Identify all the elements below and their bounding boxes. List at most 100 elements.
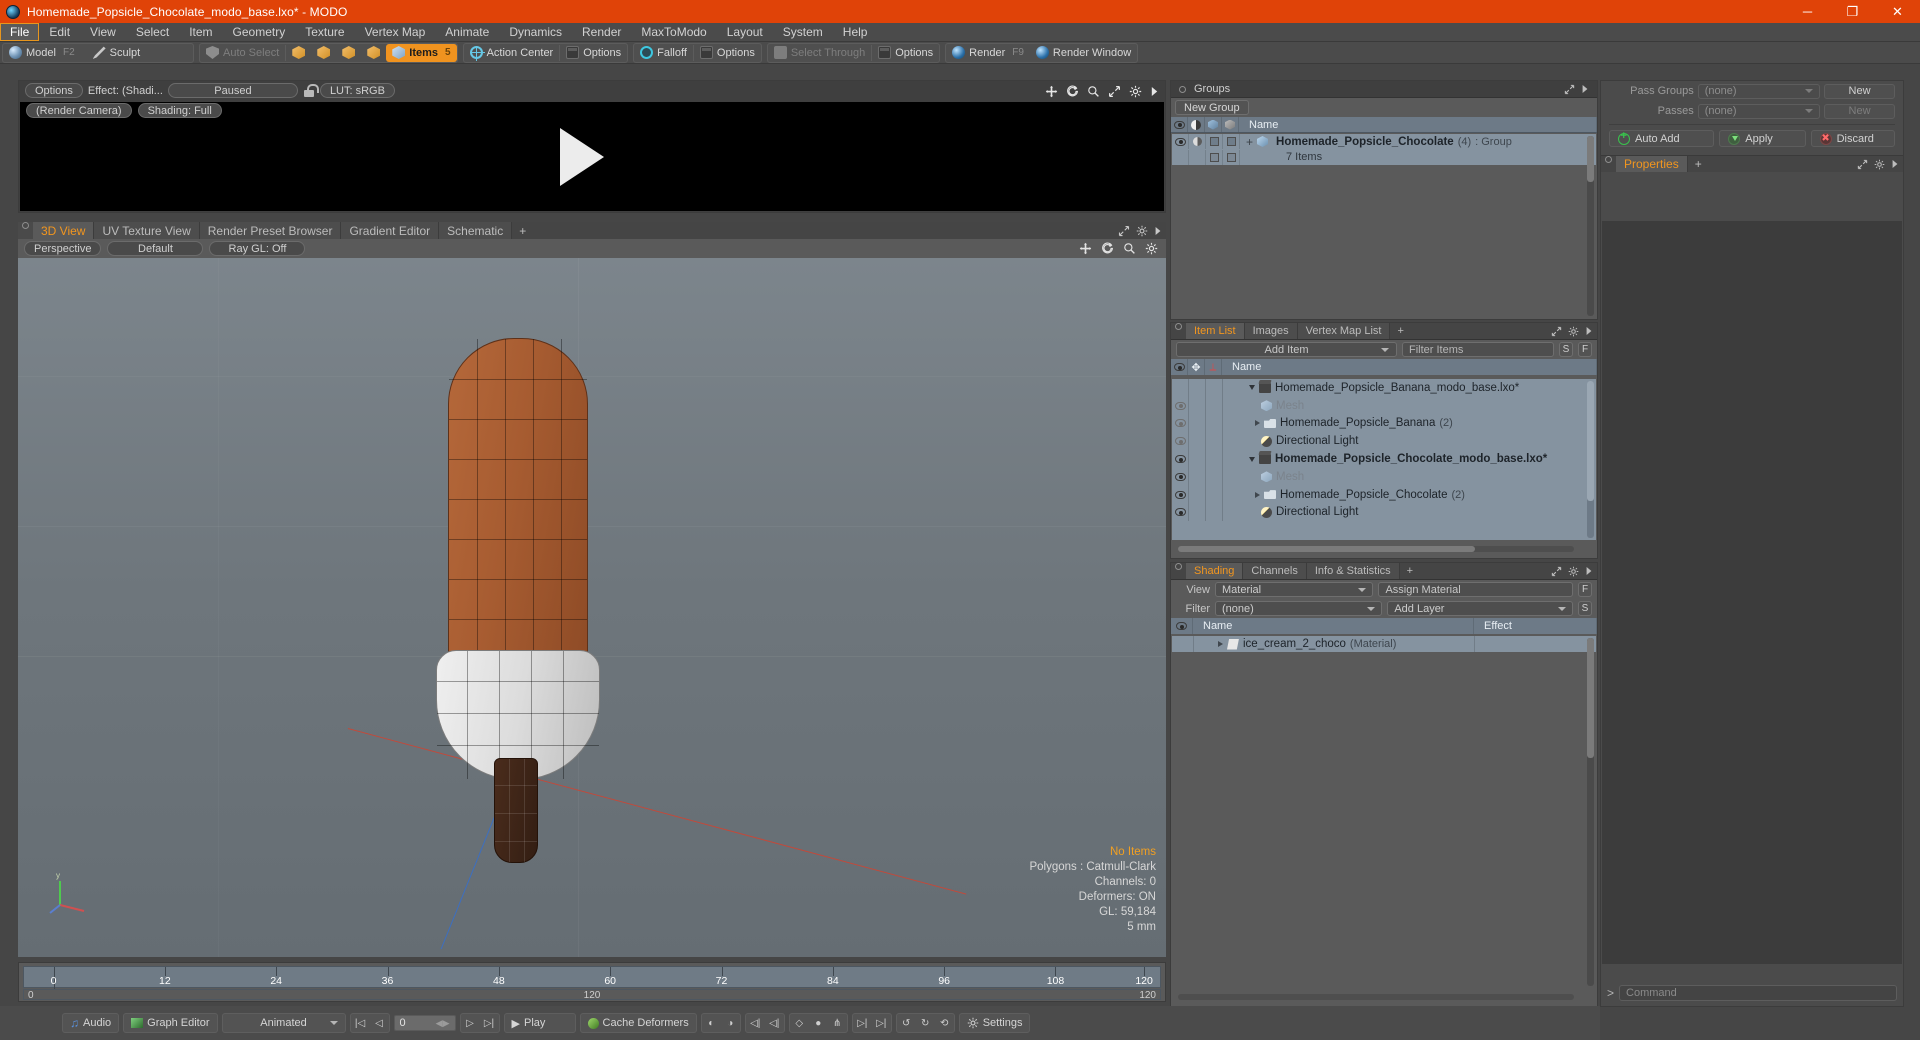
row-transform-cell[interactable]	[1206, 379, 1223, 397]
tab-add-button[interactable]: +	[512, 222, 534, 239]
shading-row-effect[interactable]	[1475, 636, 1596, 652]
passes-dropdown[interactable]: (none)	[1697, 103, 1821, 119]
shading-table-body[interactable]: ice_cream_2_choco (Material)	[1172, 636, 1596, 988]
shading-f-button[interactable]: F	[1578, 582, 1593, 597]
render-shading-button[interactable]: Shading: Full	[137, 103, 222, 118]
tab-render-preset-browser[interactable]: Render Preset Browser	[199, 222, 342, 239]
shading-hscroll[interactable]	[1172, 989, 1596, 1005]
zoom-icon[interactable]	[1123, 242, 1136, 255]
key-channels-button[interactable]: ⋔	[828, 1013, 847, 1033]
row-visibility-cell[interactable]	[1172, 450, 1189, 468]
menu-item-dynamics[interactable]: Dynamics	[499, 23, 572, 41]
create-key-button[interactable]: ◇	[790, 1013, 809, 1033]
col-visibility[interactable]	[1171, 618, 1193, 634]
menu-item-layout[interactable]: Layout	[717, 23, 773, 41]
command-input[interactable]: Command	[1619, 985, 1897, 1001]
prev-key-button[interactable]: ◐	[702, 1013, 721, 1033]
row-transform-cell[interactable]	[1206, 396, 1223, 415]
row-transform-cell[interactable]	[1206, 485, 1223, 504]
graph-editor-button[interactable]: Graph Editor	[123, 1013, 218, 1033]
play-button[interactable]: ▶ Play	[503, 1013, 576, 1033]
expand-toggle-icon[interactable]	[1255, 420, 1260, 427]
shading-scrollbar-thumb[interactable]	[1587, 638, 1594, 758]
col-lock[interactable]: ✥	[1188, 359, 1205, 375]
cycle-next-button[interactable]: ↻	[916, 1013, 935, 1033]
panel-dot-icon[interactable]	[1605, 156, 1612, 163]
item-list-scrollbar[interactable]	[1587, 381, 1594, 538]
expand-toggle-icon[interactable]	[1255, 491, 1260, 498]
panel-menu-icon[interactable]	[1581, 84, 1589, 94]
tab-uv-texture-view[interactable]: UV Texture View	[94, 222, 200, 239]
expand-toggle-icon[interactable]: +	[1246, 136, 1253, 148]
row-visibility-cell[interactable]	[1172, 134, 1189, 149]
view-dropdown[interactable]: Material	[1215, 582, 1374, 597]
tab-info-statistics[interactable]: Info & Statistics	[1306, 563, 1400, 579]
row-visibility-cell[interactable]	[1172, 467, 1189, 486]
minimize-button[interactable]: ─	[1785, 0, 1830, 23]
current-frame-input[interactable]: 0 ◀▶	[393, 1015, 456, 1031]
shading-scrollbar[interactable]	[1587, 638, 1594, 986]
viewport-3d-canvas[interactable]: y No Items Polygons : Catmull-Clark Chan…	[18, 258, 1166, 957]
rotate-icon[interactable]	[1101, 242, 1114, 255]
tab-item-list[interactable]: Item List	[1186, 323, 1245, 339]
range-in-button[interactable]: ▷|	[853, 1013, 872, 1033]
delete-key-button[interactable]: ●	[809, 1013, 828, 1033]
new-group-button[interactable]: New Group	[1175, 100, 1249, 115]
items-mode-button[interactable]: Items 5	[386, 43, 457, 62]
maximize-panel-icon[interactable]	[1857, 159, 1868, 170]
select-through-options-button[interactable]: Options	[872, 44, 939, 62]
row-shading-cell[interactable]	[1189, 134, 1206, 149]
panel-dot-icon[interactable]	[1175, 323, 1182, 330]
gear-icon[interactable]	[1136, 225, 1148, 237]
tab-channels[interactable]: Channels	[1243, 563, 1307, 579]
maximize-panel-icon[interactable]	[1551, 566, 1562, 577]
row-visibility-cell[interactable]	[1172, 432, 1189, 451]
pass-groups-new-button[interactable]: New	[1824, 83, 1895, 99]
pass-groups-dropdown[interactable]: (none)	[1697, 83, 1821, 99]
menu-item-view[interactable]: View	[80, 23, 126, 41]
menu-item-vertex-map[interactable]: Vertex Map	[355, 23, 436, 41]
gear-icon[interactable]	[1874, 159, 1885, 170]
groups-scrollbar-thumb[interactable]	[1587, 136, 1594, 182]
viewport-raygl-button[interactable]: Ray GL: Off	[209, 241, 306, 256]
list-item[interactable]: Mesh	[1172, 467, 1596, 486]
row-transform-cell[interactable]	[1206, 503, 1223, 522]
menu-item-help[interactable]: Help	[833, 23, 878, 41]
item-list-hscroll-thumb[interactable]	[1178, 546, 1475, 552]
animated-dropdown[interactable]: Animated	[221, 1013, 346, 1033]
list-item[interactable]: Mesh	[1172, 396, 1596, 415]
col-render-a[interactable]	[1205, 117, 1222, 132]
row-visibility-cell[interactable]	[1172, 379, 1189, 397]
col-visibility[interactable]	[1171, 359, 1188, 375]
expand-toggle-icon[interactable]	[1218, 641, 1223, 647]
fit-icon[interactable]	[1108, 85, 1121, 98]
gear-icon[interactable]	[1568, 326, 1579, 337]
row-visibility-cell[interactable]	[1172, 396, 1189, 415]
collapse-toggle-icon[interactable]	[1249, 385, 1255, 391]
col-render-b[interactable]	[1222, 117, 1239, 132]
menu-item-item[interactable]: Item	[179, 23, 222, 41]
row-visibility-cell[interactable]	[1172, 636, 1194, 652]
row-transform-cell[interactable]	[1206, 432, 1223, 451]
tab-add-button[interactable]: +	[1687, 156, 1709, 172]
panel-menu-icon[interactable]	[1154, 226, 1162, 236]
auto-add-button[interactable]: Auto Add	[1609, 130, 1715, 147]
action-center-button[interactable]: Action Center	[464, 44, 560, 62]
render-effect-label[interactable]: Effect: (Shadi...	[88, 85, 163, 97]
row-shading-cell[interactable]	[1189, 149, 1206, 165]
key-next-button[interactable]: ◁|	[765, 1013, 784, 1033]
render-camera-button[interactable]: (Render Camera)	[26, 103, 132, 118]
menu-item-render[interactable]: Render	[572, 23, 631, 41]
range-out-button[interactable]: ▷|	[872, 1013, 891, 1033]
viewport-preset-button[interactable]: Default	[107, 241, 204, 256]
go-to-end-button[interactable]: ▷|	[480, 1013, 499, 1033]
cycle-prev-button[interactable]: ↺	[897, 1013, 916, 1033]
panel-menu-icon[interactable]	[1891, 159, 1899, 169]
panel-dot-icon[interactable]	[1175, 563, 1182, 570]
row-transform-cell[interactable]	[1206, 414, 1223, 433]
assign-material-button[interactable]: Assign Material	[1378, 582, 1574, 597]
shading-s-button[interactable]: S	[1578, 601, 1593, 616]
tab-add-button[interactable]: +	[1390, 323, 1411, 339]
row-transform-cell[interactable]	[1206, 450, 1223, 468]
filter-f-button[interactable]: F	[1578, 342, 1592, 357]
